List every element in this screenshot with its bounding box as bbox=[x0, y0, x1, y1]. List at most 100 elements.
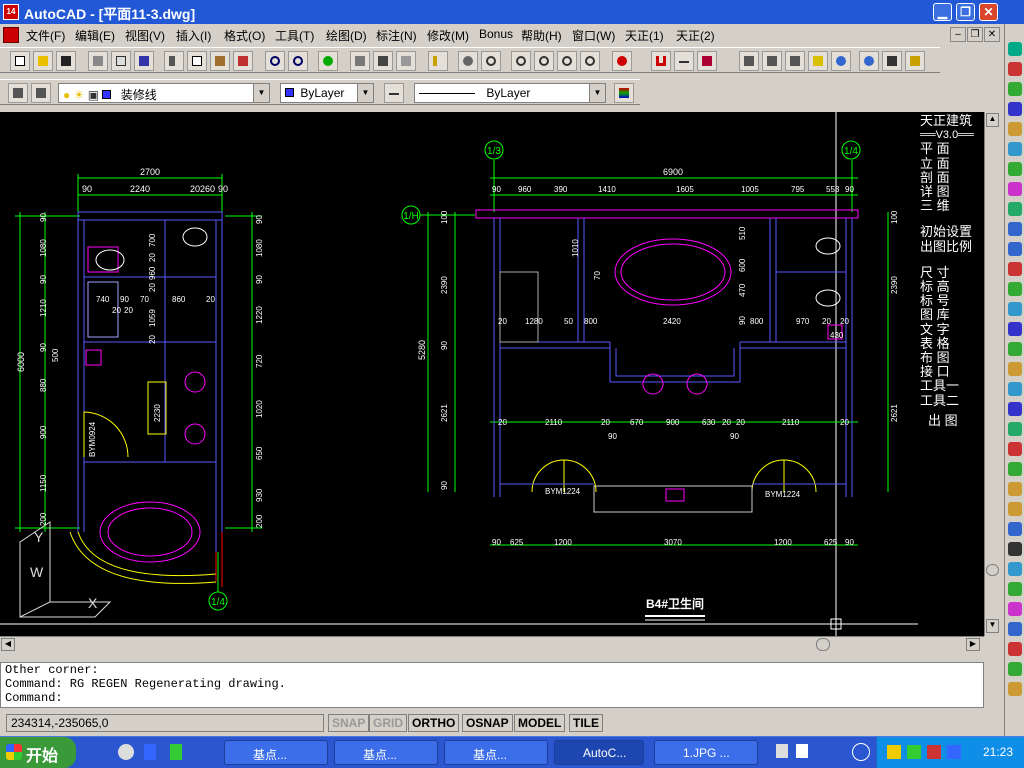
tool-icon[interactable] bbox=[1008, 102, 1022, 116]
tool-icon[interactable] bbox=[1008, 522, 1022, 536]
match-properties-icon[interactable] bbox=[233, 51, 253, 71]
menu-draw[interactable]: 绘图(D) bbox=[326, 27, 367, 44]
inquiry-icon[interactable] bbox=[396, 51, 416, 71]
new-file-icon[interactable] bbox=[10, 51, 30, 71]
undo-icon[interactable] bbox=[265, 51, 285, 71]
tool-icon[interactable] bbox=[1008, 122, 1022, 136]
tool-icon[interactable] bbox=[1008, 402, 1022, 416]
tool-icon[interactable] bbox=[1008, 62, 1022, 76]
scroll-left-icon[interactable]: ◀ bbox=[1, 638, 15, 651]
task-button[interactable]: 基点... bbox=[334, 740, 438, 765]
menu-modify[interactable]: 修改(M) bbox=[427, 27, 469, 44]
task-button[interactable]: 基点... bbox=[444, 740, 548, 765]
quicklaunch-icon[interactable] bbox=[118, 744, 134, 760]
tray-icon[interactable] bbox=[927, 745, 941, 759]
command-prompt[interactable]: Command: bbox=[5, 691, 983, 705]
tool-icon[interactable] bbox=[1008, 242, 1022, 256]
tool-icon[interactable] bbox=[1008, 142, 1022, 156]
close-button[interactable]: ✕ bbox=[979, 3, 998, 21]
minimize-button[interactable]: ▁ bbox=[933, 3, 952, 21]
print-preview-icon[interactable] bbox=[111, 51, 131, 71]
ortho-toggle[interactable]: ORTHO bbox=[408, 714, 460, 732]
layer-tools-icon[interactable] bbox=[739, 51, 759, 71]
document-icon[interactable] bbox=[3, 27, 19, 43]
menu-edit[interactable]: 编辑(E) bbox=[75, 27, 115, 44]
tool-icon[interactable] bbox=[1008, 582, 1022, 596]
zoom-realtime-icon[interactable] bbox=[481, 51, 501, 71]
redo-icon[interactable] bbox=[288, 51, 308, 71]
doc-restore-button[interactable]: ❐ bbox=[967, 27, 983, 42]
hscroll-thumb[interactable] bbox=[816, 638, 830, 651]
tool-icon[interactable] bbox=[1008, 622, 1022, 636]
zoom-extents-icon[interactable] bbox=[580, 51, 600, 71]
tool-icon[interactable] bbox=[1008, 182, 1022, 196]
tray-icon[interactable] bbox=[887, 745, 901, 759]
drawing-canvas[interactable]: 1/4 2700 90 2240 20 260 90 6000 90 1080 … bbox=[0, 112, 918, 636]
properties-icon[interactable] bbox=[614, 83, 634, 103]
layer-match-icon[interactable] bbox=[762, 51, 782, 71]
tool-icon[interactable] bbox=[1008, 342, 1022, 356]
model-toggle[interactable]: MODEL bbox=[514, 714, 566, 732]
task-button-autocad[interactable]: AutoC... bbox=[554, 740, 644, 765]
hyperlink-icon[interactable] bbox=[318, 51, 338, 71]
menu-format[interactable]: 格式(O) bbox=[224, 27, 265, 44]
tool-icon[interactable] bbox=[1008, 302, 1022, 316]
scroll-right-icon[interactable]: ▶ bbox=[966, 638, 980, 651]
tool-icon[interactable] bbox=[1008, 202, 1022, 216]
layer-on-icon[interactable] bbox=[859, 51, 879, 71]
layer-lock-icon[interactable] bbox=[882, 51, 902, 71]
measure-icon[interactable] bbox=[697, 51, 717, 71]
menu-file[interactable]: 文件(F) bbox=[26, 27, 65, 44]
tool-icon[interactable] bbox=[1008, 462, 1022, 476]
help-tray-icon[interactable] bbox=[796, 744, 808, 758]
scroll-down-icon[interactable]: ▼ bbox=[986, 619, 999, 633]
tool-icon[interactable] bbox=[1008, 642, 1022, 656]
menu-view[interactable]: 视图(V) bbox=[125, 27, 165, 44]
save-icon[interactable] bbox=[56, 51, 76, 71]
open-folder-icon[interactable] bbox=[33, 51, 53, 71]
coordinate-readout[interactable]: 234314,-235065,0 bbox=[6, 714, 324, 732]
menu-insert[interactable]: 插入(I) bbox=[176, 27, 211, 44]
doc-close-button[interactable]: ✕ bbox=[984, 27, 1000, 42]
menu-window[interactable]: 窗口(W) bbox=[572, 27, 615, 44]
tool-icon[interactable] bbox=[1008, 442, 1022, 456]
layer-off-icon[interactable] bbox=[785, 51, 805, 71]
horizontal-scrollbar[interactable]: ◀ ▶ bbox=[0, 636, 984, 652]
spell-check-icon[interactable] bbox=[134, 51, 154, 71]
doc-minimize-button[interactable]: – bbox=[950, 27, 966, 42]
zoom-in-icon[interactable] bbox=[534, 51, 554, 71]
tool-icon[interactable] bbox=[1008, 42, 1022, 56]
magnet-snap-icon[interactable] bbox=[651, 51, 671, 71]
scroll-thumb[interactable] bbox=[986, 564, 999, 576]
quicklaunch-icon[interactable] bbox=[170, 744, 182, 760]
tray-icon[interactable] bbox=[947, 745, 961, 759]
menu-tools[interactable]: 工具(T) bbox=[275, 27, 314, 44]
make-object-layer-current-icon[interactable] bbox=[31, 83, 51, 103]
tool-icon[interactable] bbox=[1008, 502, 1022, 516]
tool-icon[interactable] bbox=[1008, 562, 1022, 576]
tool-icon[interactable] bbox=[1008, 662, 1022, 676]
tool-icon[interactable] bbox=[1008, 82, 1022, 96]
layer-isolate-icon[interactable] bbox=[808, 51, 828, 71]
layer-dropdown[interactable]: ● ☀ ▣ 装修线 ▼ bbox=[58, 83, 270, 103]
menu-dimension[interactable]: 标注(N) bbox=[376, 27, 417, 44]
tool-icon[interactable] bbox=[1008, 222, 1022, 236]
ucs-icon[interactable] bbox=[373, 51, 393, 71]
snap-toggle[interactable]: SNAP bbox=[328, 714, 370, 732]
tool-icon[interactable] bbox=[1008, 602, 1022, 616]
object-snap-icon[interactable] bbox=[350, 51, 370, 71]
tray-expand-icon[interactable] bbox=[852, 743, 870, 761]
pan-icon[interactable] bbox=[458, 51, 478, 71]
tool-icon[interactable] bbox=[1008, 682, 1022, 696]
menu-tianzheng-1[interactable]: 天正(1) bbox=[625, 27, 664, 44]
menu-help[interactable]: 帮助(H) bbox=[521, 27, 562, 44]
cut-icon[interactable] bbox=[164, 51, 184, 71]
menu-bonus[interactable]: Bonus bbox=[479, 27, 513, 41]
tool-icon[interactable] bbox=[1008, 542, 1022, 556]
tool-icon[interactable] bbox=[1008, 422, 1022, 436]
tool-icon[interactable] bbox=[1008, 162, 1022, 176]
help-icon[interactable] bbox=[612, 51, 632, 71]
tool-icon[interactable] bbox=[1008, 362, 1022, 376]
layers-icon[interactable] bbox=[8, 83, 28, 103]
menu-tianzheng-2[interactable]: 天正(2) bbox=[676, 27, 715, 44]
